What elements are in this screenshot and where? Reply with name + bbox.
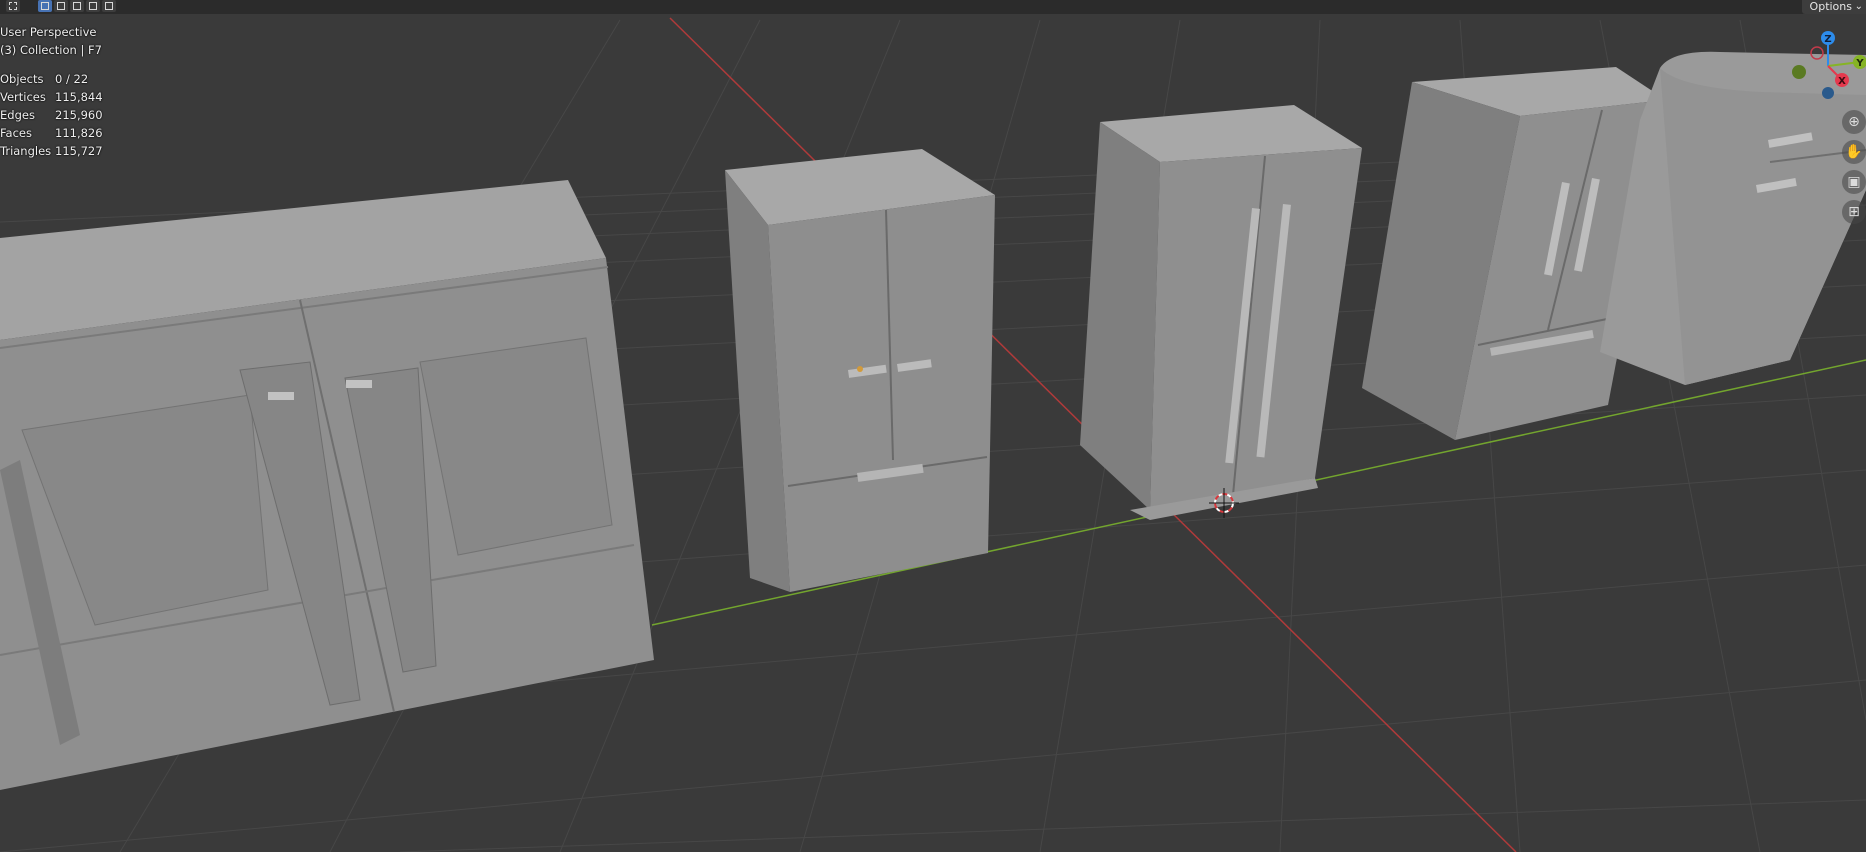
- stat-value: 115,727: [55, 144, 103, 158]
- stat-label: Triangles: [0, 144, 52, 158]
- select-box-button[interactable]: [38, 0, 52, 12]
- gizmo-z-label: Z: [1824, 34, 1831, 45]
- options-dropdown[interactable]: Options ⌄: [1801, 0, 1866, 14]
- gizmo-neg-y-handle[interactable]: [1792, 65, 1806, 79]
- perspective-toggle-button[interactable]: ⊞: [1842, 200, 1866, 224]
- select-subtract-button[interactable]: [70, 0, 84, 12]
- select-extend-button[interactable]: [54, 0, 68, 12]
- select-intersect-button[interactable]: [102, 0, 116, 12]
- stat-value: 115,844: [55, 90, 103, 104]
- fridge-model-1[interactable]: [725, 149, 995, 592]
- cursor-play-icon: [9, 2, 17, 10]
- select-difference-icon: [89, 2, 97, 10]
- select-subtract-icon: [73, 2, 81, 10]
- options-label: Options: [1809, 0, 1852, 13]
- 3d-viewport[interactable]: Z Y X Options ⌄ User Perspective (3) Col…: [0, 0, 1866, 852]
- stat-value: 111,826: [55, 126, 103, 140]
- hand-pan-icon: ✋: [1845, 144, 1863, 160]
- viewport-header: Options ⌄: [0, 0, 1866, 14]
- zoom-icon: ⊕: [1848, 114, 1860, 130]
- stat-label: Objects: [0, 72, 44, 86]
- select-intersect-icon: [105, 2, 113, 10]
- stat-value: 0 / 22: [55, 72, 89, 86]
- scene-canvas[interactable]: Z Y X: [0, 0, 1866, 852]
- stat-label: Vertices: [0, 90, 46, 104]
- select-box-icon: [41, 2, 49, 10]
- gizmo-x-label: X: [1838, 76, 1846, 87]
- gizmo-neg-z-handle[interactable]: [1822, 87, 1834, 99]
- camera-icon: ▣: [1847, 174, 1861, 190]
- select-difference-button[interactable]: [86, 0, 100, 12]
- camera-view-button[interactable]: ▣: [1842, 170, 1866, 194]
- perspective-grid-icon: ⊞: [1848, 204, 1860, 220]
- zoom-button[interactable]: ⊕: [1842, 110, 1866, 134]
- view-name: User Perspective: [0, 25, 97, 39]
- stat-label: Edges: [0, 108, 35, 122]
- stat-label: Faces: [0, 126, 32, 140]
- gizmo-y-label: Y: [1855, 58, 1864, 69]
- pan-button[interactable]: ✋: [1842, 140, 1866, 164]
- counter-model[interactable]: [0, 180, 654, 790]
- select-extend-icon: [57, 2, 65, 10]
- collection-info: (3) Collection | F7: [0, 43, 102, 57]
- stat-value: 215,960: [55, 108, 103, 122]
- play-cursor-button[interactable]: [6, 0, 20, 12]
- fridge-model-2[interactable]: [1080, 105, 1362, 520]
- chevron-down-icon: ⌄: [1854, 1, 1863, 12]
